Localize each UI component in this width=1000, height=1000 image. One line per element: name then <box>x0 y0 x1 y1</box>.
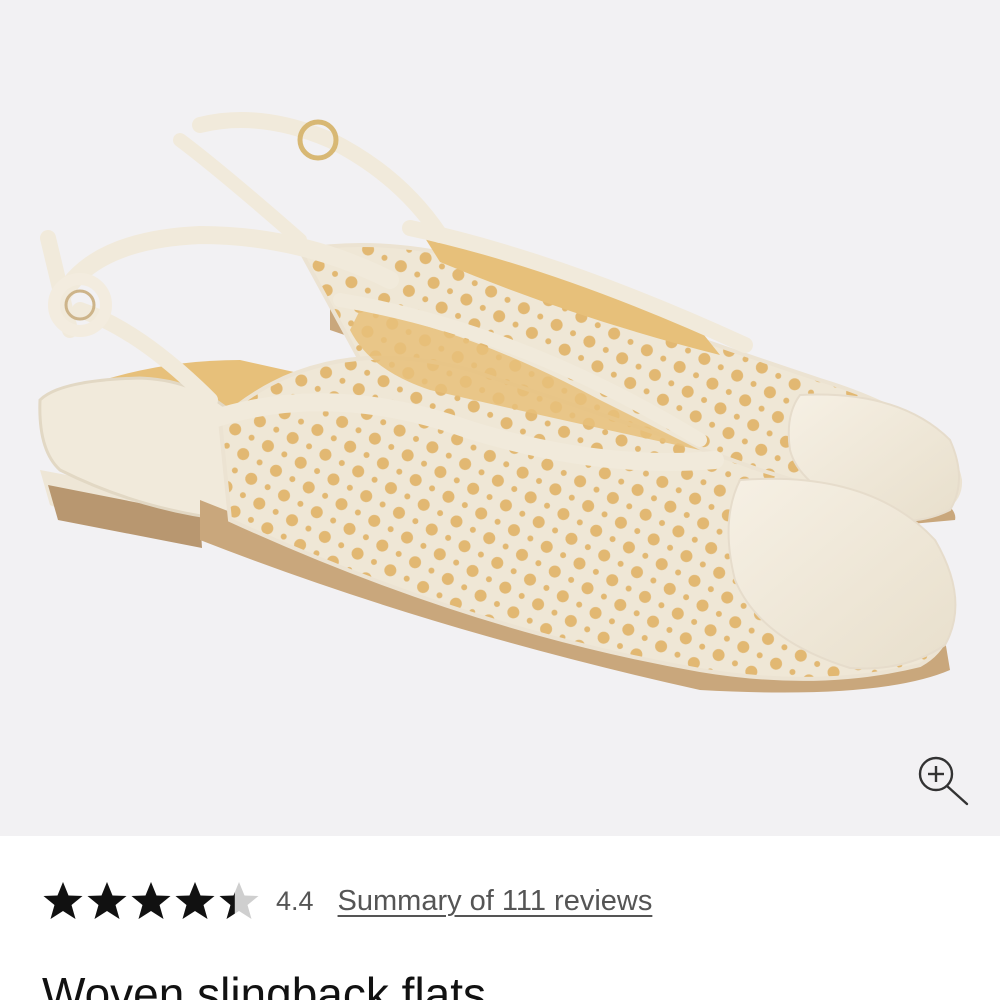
star-rating <box>42 880 260 922</box>
product-image[interactable] <box>0 0 1000 836</box>
star-icon <box>219 882 259 919</box>
rating-value: 4.4 <box>276 885 314 916</box>
product-title: Woven slingback flats <box>42 968 487 1000</box>
star-icon <box>175 882 215 919</box>
shoe-illustration <box>38 112 963 693</box>
zoom-in-icon <box>918 756 969 806</box>
star-icon <box>87 882 127 919</box>
star-icon <box>43 882 83 919</box>
rating-row: 4.4 Summary of 111 reviews <box>42 876 652 926</box>
star-icon <box>131 882 171 919</box>
reviews-summary-link[interactable]: Summary of 111 reviews <box>338 885 653 918</box>
product-page: 4.4 Summary of 111 reviews Woven slingba… <box>0 0 1000 1000</box>
zoom-button[interactable] <box>912 752 972 812</box>
